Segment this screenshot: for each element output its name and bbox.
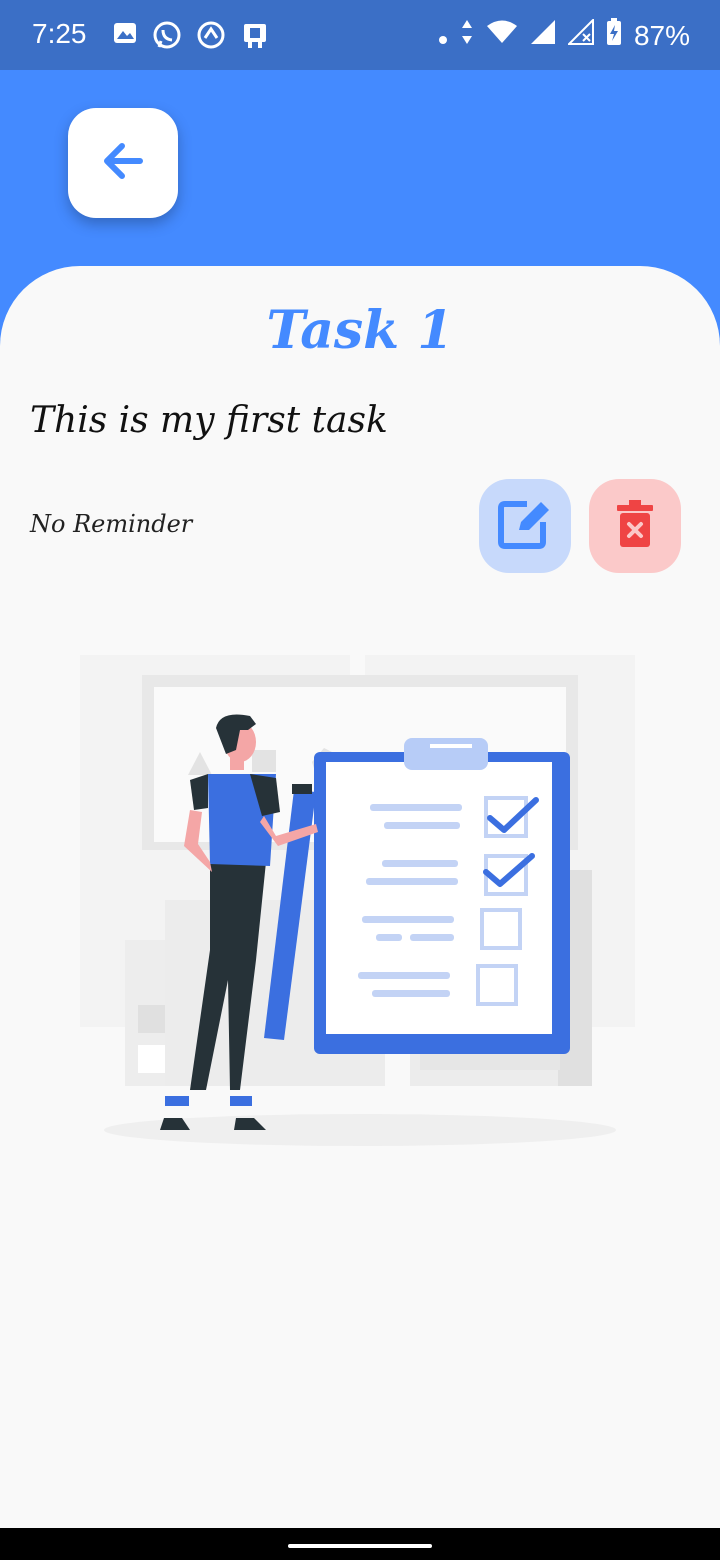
delete-icon [615,499,655,553]
reminder-text: No Reminder [30,510,193,538]
dot-icon [438,20,448,52]
task-title: Task 1 [266,300,454,361]
task-illustration [80,650,640,1150]
delete-button[interactable] [589,479,681,573]
image-icon [112,20,138,54]
back-button[interactable] [68,108,178,218]
task-description: This is my first task [30,400,388,441]
sim-icon [240,20,270,54]
signal-icon [530,19,556,52]
data-arrows-icon [460,19,474,52]
battery-charging-icon [606,18,622,53]
status-time: 7:25 [32,18,87,49]
status-bar: 7:25 87% [0,0,720,70]
status-icons-right: 87% [438,17,690,53]
edit-button[interactable] [479,479,571,573]
edit-icon [497,498,553,554]
battery-percent: 87% [633,19,690,51]
home-gesture-handle[interactable] [288,1544,432,1548]
status-icons-left [112,20,270,54]
sync-icon [196,20,226,54]
arrow-left-icon [100,138,146,188]
whatsapp-icon [152,20,182,54]
signal-x-icon [566,17,594,52]
wifi-icon [486,19,518,52]
